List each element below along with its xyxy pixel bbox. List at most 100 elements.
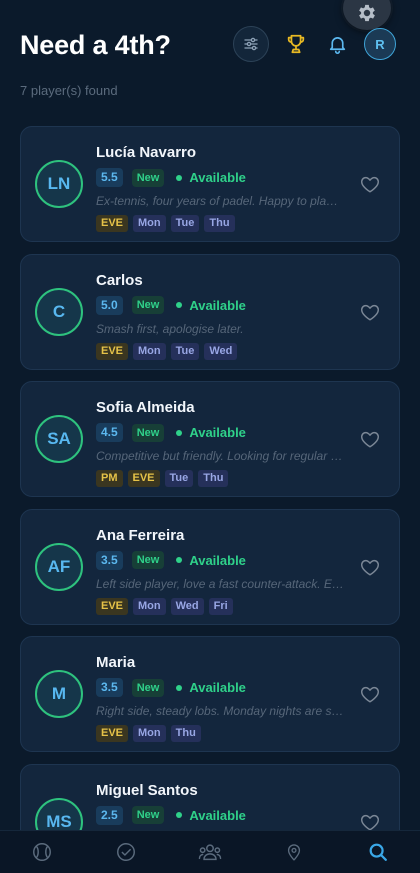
day-tag: Tue (170, 342, 200, 360)
trophy-icon (285, 33, 307, 55)
filter-button[interactable] (233, 26, 269, 62)
status-dot (176, 684, 183, 691)
player-name: Carlos (96, 271, 143, 289)
player-name: Maria (96, 654, 136, 671)
nav-matches[interactable] (102, 831, 150, 873)
availability-status: Available (189, 297, 246, 313)
page-title: Need a 4th? (20, 30, 171, 60)
favorite-button[interactable] (359, 428, 381, 450)
bell-icon (327, 33, 348, 55)
availability-tags: EVE Mon Tue Thu (96, 215, 349, 232)
player-card[interactable]: LN Lucía Navarro 5.5 New Available Ex-te… (20, 126, 400, 242)
player-name: Sofia Almeida (96, 399, 195, 416)
heart-outline-icon (359, 173, 381, 195)
nav-courts[interactable] (270, 831, 318, 873)
player-list: LN Lucía Navarro 5.5 New Available Ex-te… (20, 126, 400, 873)
availability-status: Available (189, 807, 246, 823)
rating-badge: 3.5 (96, 550, 123, 570)
padel-ball-icon (31, 841, 53, 863)
status-dot (176, 302, 183, 308)
favorite-button[interactable] (359, 173, 381, 195)
player-avatar: LN (35, 160, 83, 208)
check-circle-icon (115, 841, 137, 863)
player-card[interactable]: SA Sofia Almeida 4.5 New Available Compe… (20, 381, 400, 497)
rating-badge: 2.5 (96, 805, 123, 825)
day-tag: Mon (133, 597, 166, 615)
availability-status: Available (189, 425, 246, 440)
sliders-icon (243, 36, 259, 52)
status-dot (176, 429, 183, 436)
new-badge: New (131, 423, 165, 442)
day-tag: Wed (204, 342, 238, 360)
player-avatar: SA (35, 415, 83, 463)
availability-status: Available (189, 680, 246, 695)
player-bio: Smash first, apologise later. (96, 321, 244, 336)
availability-tags: EVE Mon Wed Fri (96, 597, 349, 615)
people-icon (198, 841, 222, 863)
availability-tags: PM EVE Tue Thu (96, 470, 349, 487)
heart-outline-icon (359, 556, 381, 578)
time-tag: EVE (96, 342, 129, 360)
day-tag: Tue (164, 470, 194, 487)
day-tag: Fri (208, 597, 233, 615)
heart-outline-icon (359, 683, 381, 705)
new-badge: New (131, 551, 165, 569)
results-count: 7 player(s) found (20, 83, 118, 98)
nav-play[interactable] (18, 831, 66, 873)
nav-search[interactable] (354, 831, 402, 873)
availability-status: Available (189, 552, 246, 568)
player-card[interactable]: M Maria 3.5 New Available Right side, st… (20, 636, 400, 752)
new-badge: New (131, 678, 165, 697)
nav-community[interactable] (186, 831, 234, 873)
rating-badge: 3.5 (96, 678, 123, 697)
player-avatar: M (35, 670, 83, 718)
status-dot (176, 174, 183, 181)
player-bio: Competitive but friendly. Looking for re… (96, 449, 344, 463)
availability-tags: EVE Mon Tue Wed (96, 342, 349, 360)
heart-outline-icon (359, 301, 381, 323)
bottom-nav (0, 830, 420, 873)
availability-status: Available (189, 170, 246, 185)
day-tag: Mon (133, 725, 166, 742)
heart-outline-icon (359, 428, 381, 450)
day-tag: Thu (198, 470, 229, 487)
player-avatar: C (35, 287, 83, 336)
player-name: Lucía Navarro (96, 144, 197, 161)
rating-badge: 5.0 (96, 295, 123, 315)
notifications-button[interactable] (323, 26, 351, 62)
search-icon (367, 841, 389, 863)
player-card[interactable]: AF Ana Ferreira 3.5 New Available Left s… (20, 508, 400, 625)
new-badge: New (131, 806, 165, 824)
time-tag: EVE (127, 470, 160, 487)
rating-badge: 4.5 (96, 423, 123, 442)
page-header: Need a 4th? R (20, 24, 400, 72)
status-dot (176, 557, 183, 563)
player-bio: Ex-tennis, four years of padel. Happy to… (96, 194, 344, 208)
day-tag: Tue (170, 215, 200, 232)
player-card[interactable]: C Carlos 5.0 New Available Smash first, … (20, 253, 400, 370)
gear-icon (356, 2, 378, 24)
time-tag: EVE (96, 597, 129, 615)
day-tag: Wed (170, 597, 204, 615)
header-actions: R (233, 26, 396, 62)
time-tag: EVE (96, 725, 129, 742)
profile-avatar-button[interactable]: R (364, 28, 396, 60)
availability-tags: EVE Mon Thu (96, 725, 349, 742)
leaderboard-button[interactable] (282, 26, 310, 62)
map-pin-icon (284, 841, 304, 863)
rating-badge: 5.5 (96, 168, 123, 187)
day-tag: Mon (133, 215, 166, 232)
favorite-button[interactable] (359, 556, 381, 578)
favorite-button[interactable] (359, 683, 381, 705)
time-tag: EVE (96, 215, 129, 232)
time-tag: PM (96, 470, 123, 487)
player-name: Miguel Santos (96, 781, 198, 799)
player-name: Ana Ferreira (96, 526, 185, 544)
new-badge: New (131, 168, 165, 187)
player-bio: Right side, steady lobs. Monday nights a… (96, 704, 344, 718)
day-tag: Thu (170, 725, 201, 742)
status-dot (176, 812, 183, 818)
player-bio: Left side player, love a fast counter-at… (96, 576, 344, 591)
favorite-button[interactable] (359, 301, 381, 323)
day-tag: Thu (204, 215, 235, 232)
